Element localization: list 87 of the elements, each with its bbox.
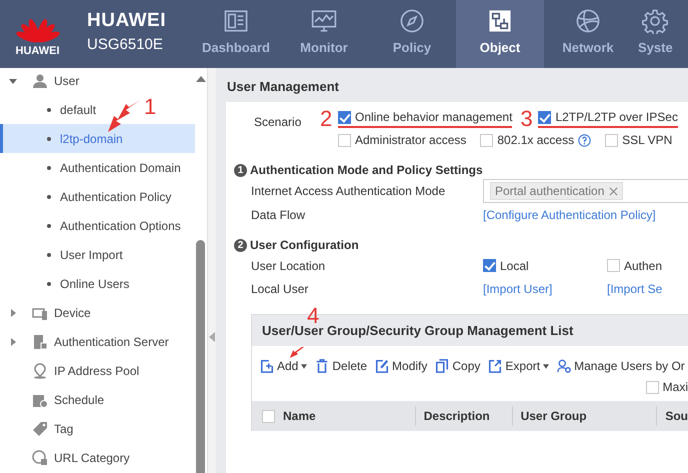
checkbox-label[interactable]: Online behavior management [355, 110, 512, 124]
nav-tab[interactable]: Object [456, 0, 544, 68]
step-number: 2 [234, 238, 247, 252]
nav-tab[interactable]: Monitor [280, 0, 368, 68]
device-model: USG6510E [87, 36, 164, 52]
add-icon [260, 359, 274, 373]
monitor-icon [311, 8, 337, 34]
checkbox[interactable] [538, 110, 552, 124]
export-icon [488, 359, 502, 373]
tree-item[interactable]: Device [54, 306, 91, 320]
nav-tab[interactable]: Syste [632, 0, 679, 68]
checkbox[interactable] [646, 380, 659, 394]
toolbar-button[interactable]: Copy [435, 359, 480, 373]
tree-item[interactable]: Authentication Options [0, 211, 195, 240]
field-label: Internet Access Authentication Mode [250, 184, 446, 198]
section-title: User Configuration [250, 238, 359, 252]
column-header[interactable]: User Group [520, 409, 587, 423]
link[interactable]: [Configure Authentication Policy] [483, 208, 656, 222]
edit-icon [375, 359, 390, 373]
person-icon [32, 72, 48, 88]
tree-item[interactable]: Authentication Policy [0, 182, 195, 211]
field-label: Scenario [254, 115, 302, 129]
tree-item[interactable]: Online Users [0, 269, 195, 298]
checkbox[interactable] [338, 134, 351, 146]
checkbox-label[interactable]: Maxi [662, 380, 688, 394]
gear-icon [642, 8, 668, 34]
nav-tab[interactable]: Network [544, 0, 632, 68]
column-header[interactable]: Description [424, 409, 490, 423]
expand-caret-icon[interactable] [8, 308, 18, 318]
checkbox[interactable] [607, 259, 620, 272]
toolbar-button[interactable]: Manage Users by Or [557, 359, 685, 373]
compass-icon [399, 8, 425, 34]
expand-caret-icon[interactable] [8, 336, 18, 346]
toolbar-button[interactable]: Export [488, 359, 550, 373]
annotation-number: 1 [144, 96, 156, 118]
checkbox[interactable] [483, 259, 496, 272]
scroll-up-icon[interactable] [196, 76, 206, 82]
field-label: Local User [250, 282, 310, 296]
tree-item[interactable]: User Import [0, 240, 195, 269]
checkbox-label[interactable]: Authen [624, 258, 662, 272]
copy-icon [435, 359, 450, 373]
link[interactable]: [Import User] [483, 282, 607, 296]
remove-icon[interactable] [609, 186, 618, 196]
trash-icon [315, 359, 330, 373]
checkbox-label[interactable]: 802.1x access [497, 133, 574, 147]
scroll-thumb[interactable] [196, 240, 205, 473]
tag-icon [32, 420, 48, 436]
selected-tag: Portal authentication [490, 182, 624, 200]
page-title: User Management [226, 78, 340, 96]
checkbox[interactable] [480, 134, 494, 146]
tree-item[interactable]: Authentication Server [54, 334, 169, 348]
dashboard-icon [223, 8, 249, 34]
section-title: Authentication Mode and Policy Settings [250, 163, 483, 177]
users-gear-icon [557, 359, 572, 373]
tree-item[interactable]: Tag [54, 422, 74, 436]
checkbox-label[interactable]: Local [500, 258, 529, 272]
annotation-number: 3 [520, 109, 534, 129]
checkbox-label[interactable]: SSL VPN [622, 133, 672, 147]
toolbar-button[interactable]: Add [260, 359, 308, 373]
field-label: User Location [250, 258, 326, 272]
tree-item[interactable]: User [54, 74, 80, 88]
checkbox[interactable] [338, 110, 351, 124]
checkbox[interactable] [605, 134, 618, 146]
column-header[interactable]: Sou [665, 409, 688, 423]
step-number: 1 [234, 164, 247, 176]
brand-name: HUAWEI [87, 10, 167, 32]
select-field[interactable]: Portal authentication [483, 179, 688, 203]
help-icon[interactable] [578, 134, 592, 146]
tree-item[interactable]: Schedule [54, 392, 104, 406]
annotation-number: 2 [320, 109, 334, 129]
location-pin-icon [32, 362, 48, 378]
column-header[interactable]: Name [283, 409, 316, 423]
object-icon [487, 8, 513, 34]
checkbox-label[interactable]: L2TP/L2TP over IPSec [555, 110, 678, 124]
nav-tab[interactable]: Dashboard [192, 0, 280, 68]
checkbox-label[interactable]: Administrator access [355, 133, 466, 147]
toolbar-button[interactable]: Delete [315, 359, 368, 373]
tree-item[interactable]: URL Category [54, 450, 130, 464]
logo-text: HUAWEI [16, 45, 60, 57]
checkbox[interactable] [262, 410, 275, 422]
tree-item[interactable]: IP Address Pool [54, 364, 140, 378]
link[interactable]: [Import Se [607, 282, 662, 296]
tree-item[interactable]: Authentication Domain [0, 153, 195, 182]
toolbar-button[interactable]: Modify [375, 359, 428, 373]
tree-item[interactable]: l2tp-domain [0, 124, 195, 153]
nav-tab[interactable]: Policy [368, 0, 456, 68]
field-label: Data Flow [250, 208, 306, 222]
